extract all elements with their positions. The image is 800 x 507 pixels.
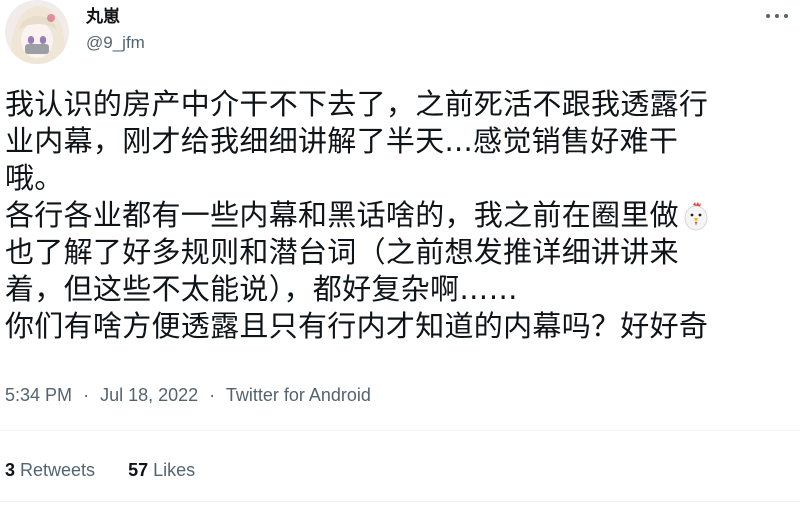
avatar[interactable]	[5, 0, 69, 64]
retweets-label: Retweets	[20, 460, 96, 480]
meta-separator: ·	[83, 385, 90, 405]
tweet-stats: 3 Retweets 57 Likes	[5, 458, 223, 482]
author-display-name[interactable]: 丸崽	[86, 6, 120, 28]
tweet-line-with-emoji: 各行各业都有一些内幕和黑话啥的，我之前在圈里做	[5, 197, 795, 234]
tweet-line: 业内幕，刚才给我细细讲解了半天...感觉销售好难干	[5, 124, 679, 158]
tweet-line: 着，但这些不太能说），都好复杂啊……	[5, 272, 518, 306]
likes-label: Likes	[153, 460, 196, 480]
tweet-time[interactable]: 5:34 PM	[5, 385, 72, 405]
retweets-stat[interactable]: 3 Retweets	[5, 458, 95, 482]
tweet-source[interactable]: Twitter for Android	[226, 385, 371, 405]
chicken-emoji-icon	[684, 202, 708, 231]
tweet-line: 各行各业都有一些内幕和黑话啥的，我之前在圈里做	[5, 198, 679, 232]
tweet-date[interactable]: Jul 18, 2022	[100, 385, 198, 405]
author-handle[interactable]: @9_jfm	[86, 32, 145, 54]
meta-separator: ·	[209, 385, 216, 405]
more-horizontal-icon	[766, 14, 770, 18]
tweet-line: 你们有啥方便透露且只有行内才知道的内幕吗？好好奇	[5, 309, 709, 343]
anime-avatar-icon	[5, 0, 69, 64]
tweet-line: 我认识的房产中介干不下去了，之前死活不跟我透露行	[5, 87, 709, 121]
tweet-meta: 5:34 PM · Jul 18, 2022 · Twitter for And…	[5, 383, 371, 407]
divider	[0, 501, 800, 502]
tweet-text: 我认识的房产中介干不下去了，之前死活不跟我透露行 业内幕，刚才给我细细讲解了半天…	[5, 86, 795, 345]
tweet-line: 哦。	[5, 161, 64, 195]
more-options-button[interactable]	[766, 9, 788, 23]
likes-stat[interactable]: 57 Likes	[128, 458, 195, 482]
divider	[0, 430, 800, 431]
retweets-count: 3	[5, 460, 16, 480]
tweet-line: 也了解了好多规则和潜台词（之前想发推详细讲讲来	[5, 235, 679, 269]
likes-count: 57	[128, 460, 149, 480]
